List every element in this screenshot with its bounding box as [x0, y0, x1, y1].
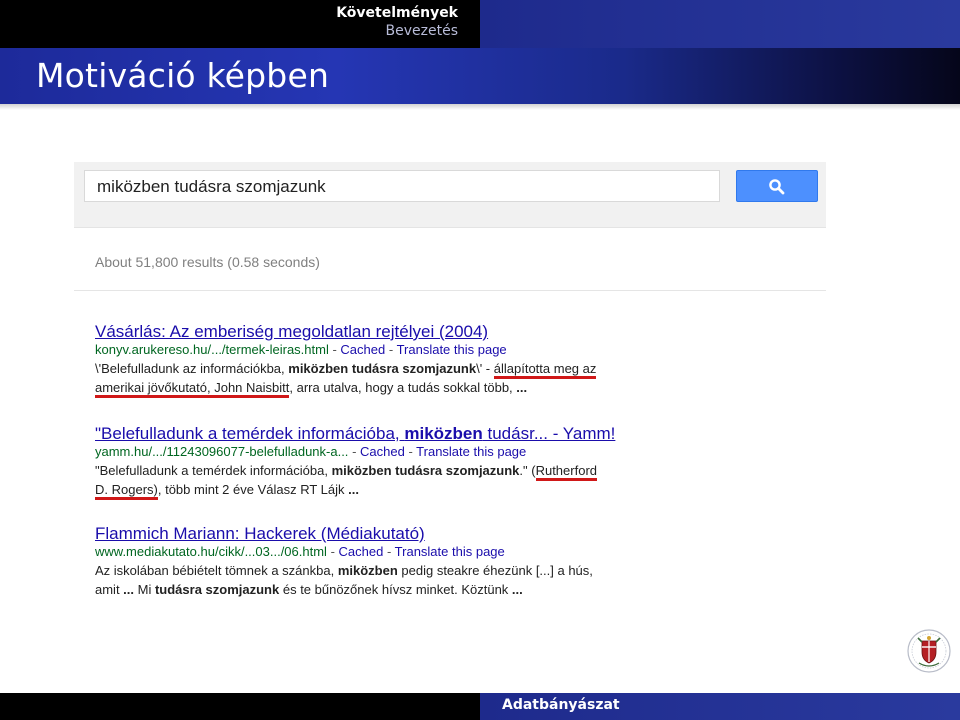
snippet-bold: ...	[348, 482, 359, 497]
result-title-link[interactable]: "Belefulladunk a temérdek információba, …	[95, 424, 715, 444]
cached-link[interactable]: Cached	[360, 444, 405, 459]
frame-title: Motiváció képben	[36, 56, 330, 95]
snippet-text: \'Belefulladunk az információkba,	[95, 361, 289, 376]
snippet-text: Az iskolában bébiételt tömnek a szánkba,	[95, 563, 338, 578]
snippet-text: \' -	[476, 361, 494, 376]
search-screenshot: miközben tudásra szomjazunk About 51,800…	[74, 162, 826, 610]
headline-right	[480, 0, 960, 48]
result-title-link[interactable]: Vásárlás: Az emberiség megoldatlan rejté…	[95, 322, 715, 342]
result-url-line: yamm.hu/.../11243096077-belefulladunk-a.…	[95, 444, 715, 460]
result-url-line: www.mediakutato.hu/cikk/...03.../06.html…	[95, 544, 715, 560]
beamer-footline: Adatbányászat	[0, 693, 960, 720]
separator: -	[352, 444, 361, 459]
separator: -	[408, 444, 417, 459]
snippet-bold: ...	[123, 582, 135, 597]
snippet-bold: tudásra szomjazunk	[154, 582, 280, 597]
result-snippet-line: amit ... Mi tudásra szomjazunk és te bűn…	[95, 580, 715, 599]
result-snippet-line: amerikai jövőkutató, John Naisbitt, arra…	[95, 378, 715, 398]
result-title-link[interactable]: Flammich Mariann: Hackerek (Médiakutató)	[95, 524, 715, 544]
snippet-text: , több mint 2 éve Válasz RT Lájk	[157, 482, 349, 497]
search-bar-area: miközben tudásra szomjazunk	[74, 162, 826, 228]
snippet-text: pedig steakre éhezünk [...] a hús,	[397, 563, 593, 578]
snippet-bold: ...	[516, 380, 528, 395]
snippet-text: ." (	[519, 463, 536, 478]
snippet-text: Mi	[134, 582, 155, 597]
search-result: Vásárlás: Az emberiség megoldatlan rejté…	[95, 322, 715, 398]
result-url: yamm.hu/.../11243096077-belefulladunk-a.…	[95, 444, 349, 459]
translate-link[interactable]: Translate this page	[397, 342, 507, 357]
snippet-text: , arra utalva, hogy a tudás sokkal több,	[289, 380, 517, 395]
cached-link[interactable]: Cached	[340, 342, 385, 357]
search-result: "Belefulladunk a temérdek információba, …	[95, 424, 715, 500]
result-snippet-line: D. Rogers), több mint 2 éve Válasz RT Lá…	[95, 480, 715, 500]
results-stats: About 51,800 results (0.58 seconds)	[95, 254, 320, 270]
title-text: tudásr... - Yamm!	[482, 424, 616, 443]
search-icon	[769, 179, 785, 195]
separator: -	[386, 544, 395, 559]
translate-link[interactable]: Translate this page	[395, 544, 505, 559]
title-bold: miközben	[404, 424, 483, 443]
result-snippet-line: "Belefulladunk a temérdek információba, …	[95, 461, 715, 481]
snippet-text: és te bűnözőnek hívsz minket. Köztünk	[279, 582, 512, 597]
section-title[interactable]: Követelmények	[336, 5, 458, 21]
red-underlined-text: amerikai jövőkutató, John Naisbitt	[95, 380, 290, 398]
search-button[interactable]	[736, 170, 818, 202]
footline-right: Adatbányászat	[480, 693, 960, 720]
stats-divider	[74, 290, 826, 291]
translate-link[interactable]: Translate this page	[416, 444, 526, 459]
snippet-bold: miközben tudásra szomjazunk	[331, 463, 520, 478]
result-url: konyv.arukereso.hu/.../termek-leiras.htm…	[95, 342, 329, 357]
frame-title-bar: Motiváció képben	[0, 48, 960, 104]
result-snippet-line: Az iskolában bébiételt tömnek a szánkba,…	[95, 561, 715, 580]
red-underlined-text: Rutherford	[535, 463, 597, 481]
subsection-title[interactable]: Bevezetés	[386, 23, 458, 39]
search-input[interactable]: miközben tudásra szomjazunk	[84, 170, 720, 202]
footline-left	[0, 693, 480, 720]
result-snippet-line: \'Belefulladunk az információkba, miközb…	[95, 359, 715, 379]
snippet-text: "Belefulladunk a temérdek információba,	[95, 463, 332, 478]
beamer-headline: Követelmények Bevezetés	[0, 0, 960, 48]
headline-left: Követelmények Bevezetés	[0, 0, 480, 48]
red-underlined-text: állapította meg az	[493, 361, 597, 379]
result-url-line: konyv.arukereso.hu/.../termek-leiras.htm…	[95, 342, 715, 358]
snippet-bold: miközben	[337, 563, 398, 578]
separator: -	[388, 342, 397, 357]
red-underlined-text: D. Rogers)	[95, 482, 158, 500]
university-crest-logo	[907, 629, 951, 673]
title-text: "Belefulladunk a temérdek információba,	[95, 424, 405, 443]
search-result: Flammich Mariann: Hackerek (Médiakutató)…	[95, 524, 715, 599]
cached-link[interactable]: Cached	[339, 544, 384, 559]
snippet-bold: ...	[511, 582, 523, 597]
result-url: www.mediakutato.hu/cikk/...03.../06.html	[95, 544, 327, 559]
separator: -	[330, 544, 339, 559]
footer-course-title: Adatbányászat	[502, 697, 620, 713]
snippet-text: amit	[95, 582, 124, 597]
snippet-bold: miközben tudásra szomjazunk	[288, 361, 477, 376]
title-shadow	[0, 104, 960, 110]
